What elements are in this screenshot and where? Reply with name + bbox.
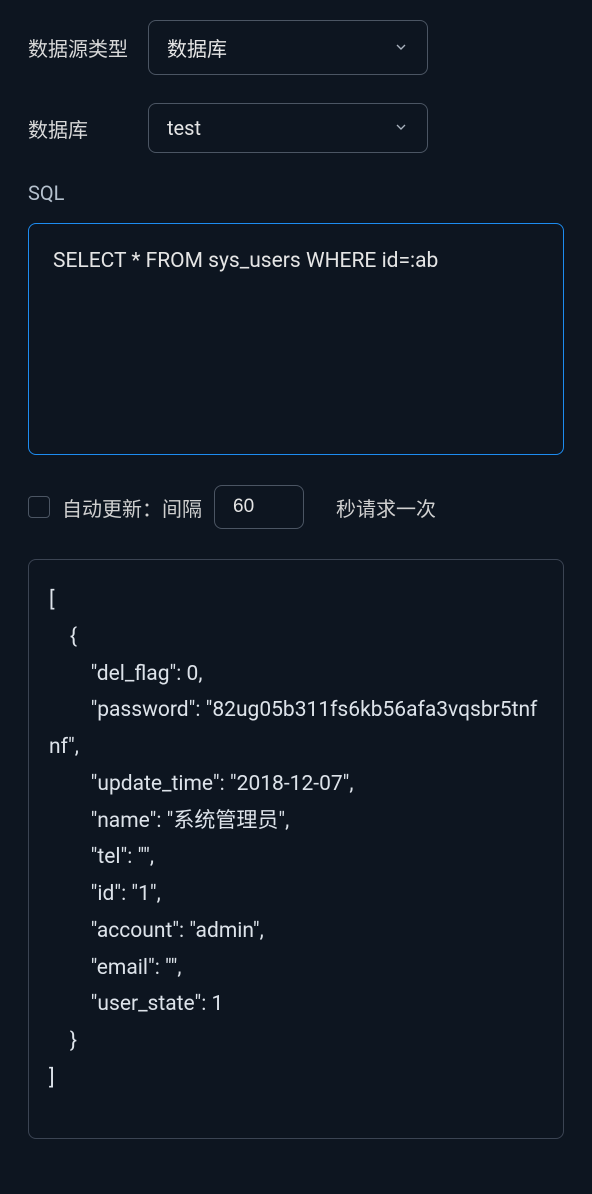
result-output: [ { "del_flag": 0, "password": "82ug05b3… [28, 559, 564, 1139]
chevron-down-icon [393, 116, 409, 140]
auto-refresh-label-prefix: 自动更新：间隔 [62, 493, 202, 522]
database-select[interactable]: test [148, 103, 428, 153]
database-label: 数据库 [28, 114, 148, 143]
database-value: test [167, 116, 201, 140]
datasource-type-value: 数据库 [167, 33, 227, 62]
interval-input[interactable] [214, 485, 304, 529]
datasource-type-label: 数据源类型 [28, 33, 148, 62]
sql-editor[interactable]: SELECT * FROM sys_users WHERE id=:ab [28, 223, 564, 455]
sql-label: SQL [28, 181, 564, 205]
auto-refresh-label-suffix: 秒请求一次 [336, 493, 436, 522]
auto-refresh-checkbox[interactable] [28, 496, 50, 518]
datasource-type-select[interactable]: 数据库 [148, 20, 428, 75]
chevron-down-icon [393, 36, 409, 60]
